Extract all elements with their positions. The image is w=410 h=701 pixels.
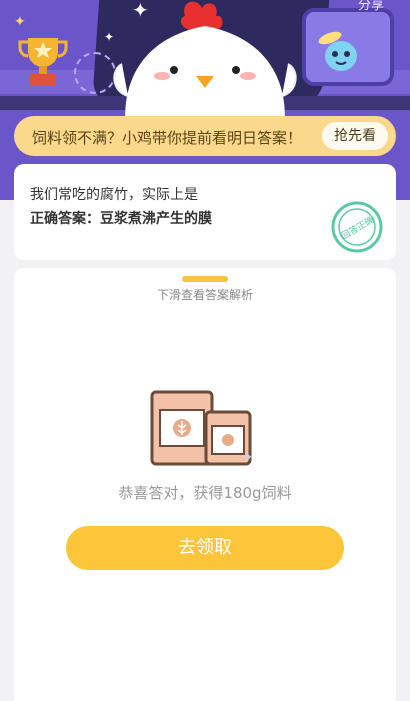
preview-banner[interactable]: 饲料领不满？小鸡带你提前看明日答案！ 抢先看: [14, 116, 396, 156]
share-label[interactable]: 分享: [358, 0, 384, 13]
preview-button[interactable]: 抢先看: [322, 122, 388, 150]
claim-button[interactable]: 去领取: [66, 526, 344, 570]
alien-mascot: [318, 31, 357, 71]
drag-handle[interactable]: [182, 276, 228, 282]
answer-prefix: 正确答案：: [30, 211, 100, 227]
svg-text:✦: ✦: [242, 450, 254, 466]
feed-bag-icon: ✦: [150, 390, 254, 466]
result-card: 下滑查看答案解析 ✦ 恭喜答对，获得180g饲料 去领取: [14, 268, 396, 701]
correct-stamp-icon: 回答正确: [331, 201, 383, 253]
question-text: 我们常吃的腐竹，实际上是: [30, 187, 198, 203]
banner-text: 饲料领不满？小鸡带你提前看明日答案！: [32, 129, 303, 147]
swipe-hint: 下滑查看答案解析: [156, 288, 253, 302]
question-card: 我们常吃的腐竹，实际上是 正确答案：豆浆煮沸产生的膜 回答正确: [14, 164, 396, 260]
answer-text: 豆浆煮沸产生的膜: [100, 211, 212, 227]
result-text: 恭喜答对，获得180g饲料: [118, 484, 292, 502]
trophy-icon: [18, 38, 68, 86]
sparkle-icon: ✦: [14, 14, 26, 30]
answer-line: 正确答案：豆浆煮沸产生的膜: [30, 208, 212, 228]
